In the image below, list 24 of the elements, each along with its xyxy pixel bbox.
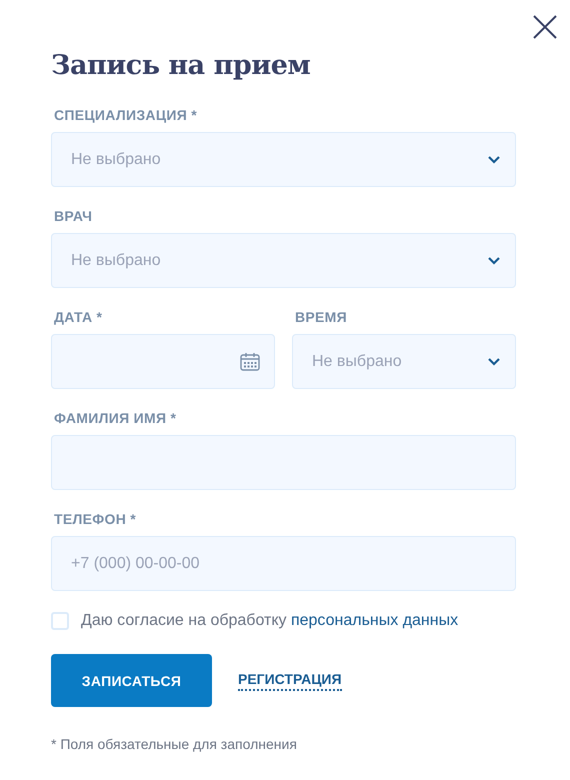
chevron-down-icon bbox=[487, 256, 501, 265]
input-field[interactable] bbox=[51, 435, 516, 490]
field-label: ВРЕМЯ bbox=[295, 309, 348, 325]
calendar-icon bbox=[240, 352, 260, 371]
field-label: ТЕЛЕФОН * bbox=[54, 511, 138, 527]
chevron-down-icon bbox=[487, 155, 501, 164]
field-label: ДАТА * bbox=[54, 309, 104, 325]
close-button[interactable] bbox=[532, 14, 558, 40]
date-field[interactable] bbox=[51, 334, 275, 389]
required-note: * Поля обязательные для заполнения bbox=[51, 736, 298, 752]
select-field[interactable]: Не выбрано bbox=[51, 233, 516, 288]
field-label: ФАМИЛИЯ ИМЯ * bbox=[54, 410, 178, 426]
consent-text: Даю согласие на обработку персональных данных bbox=[81, 612, 458, 630]
field-label: СПЕЦИАЛИЗАЦИЯ * bbox=[54, 107, 198, 123]
chevron-down-icon bbox=[487, 357, 501, 366]
register-link[interactable]: РЕГИСТРАЦИЯ bbox=[238, 670, 342, 690]
select-field[interactable]: Не выбрано bbox=[51, 132, 516, 187]
dialog-title: Запись на прием bbox=[51, 50, 312, 81]
consent-checkbox[interactable] bbox=[51, 612, 69, 630]
personal-data-link[interactable]: персональных данных bbox=[290, 612, 458, 629]
submit-button[interactable]: ЗАПИСАТЬСЯ bbox=[51, 654, 212, 707]
input-field[interactable]: +7 (000) 00-00-00 bbox=[51, 536, 516, 591]
select-field[interactable]: Не выбрано bbox=[292, 334, 516, 389]
field-label: ВРАЧ bbox=[54, 208, 94, 224]
